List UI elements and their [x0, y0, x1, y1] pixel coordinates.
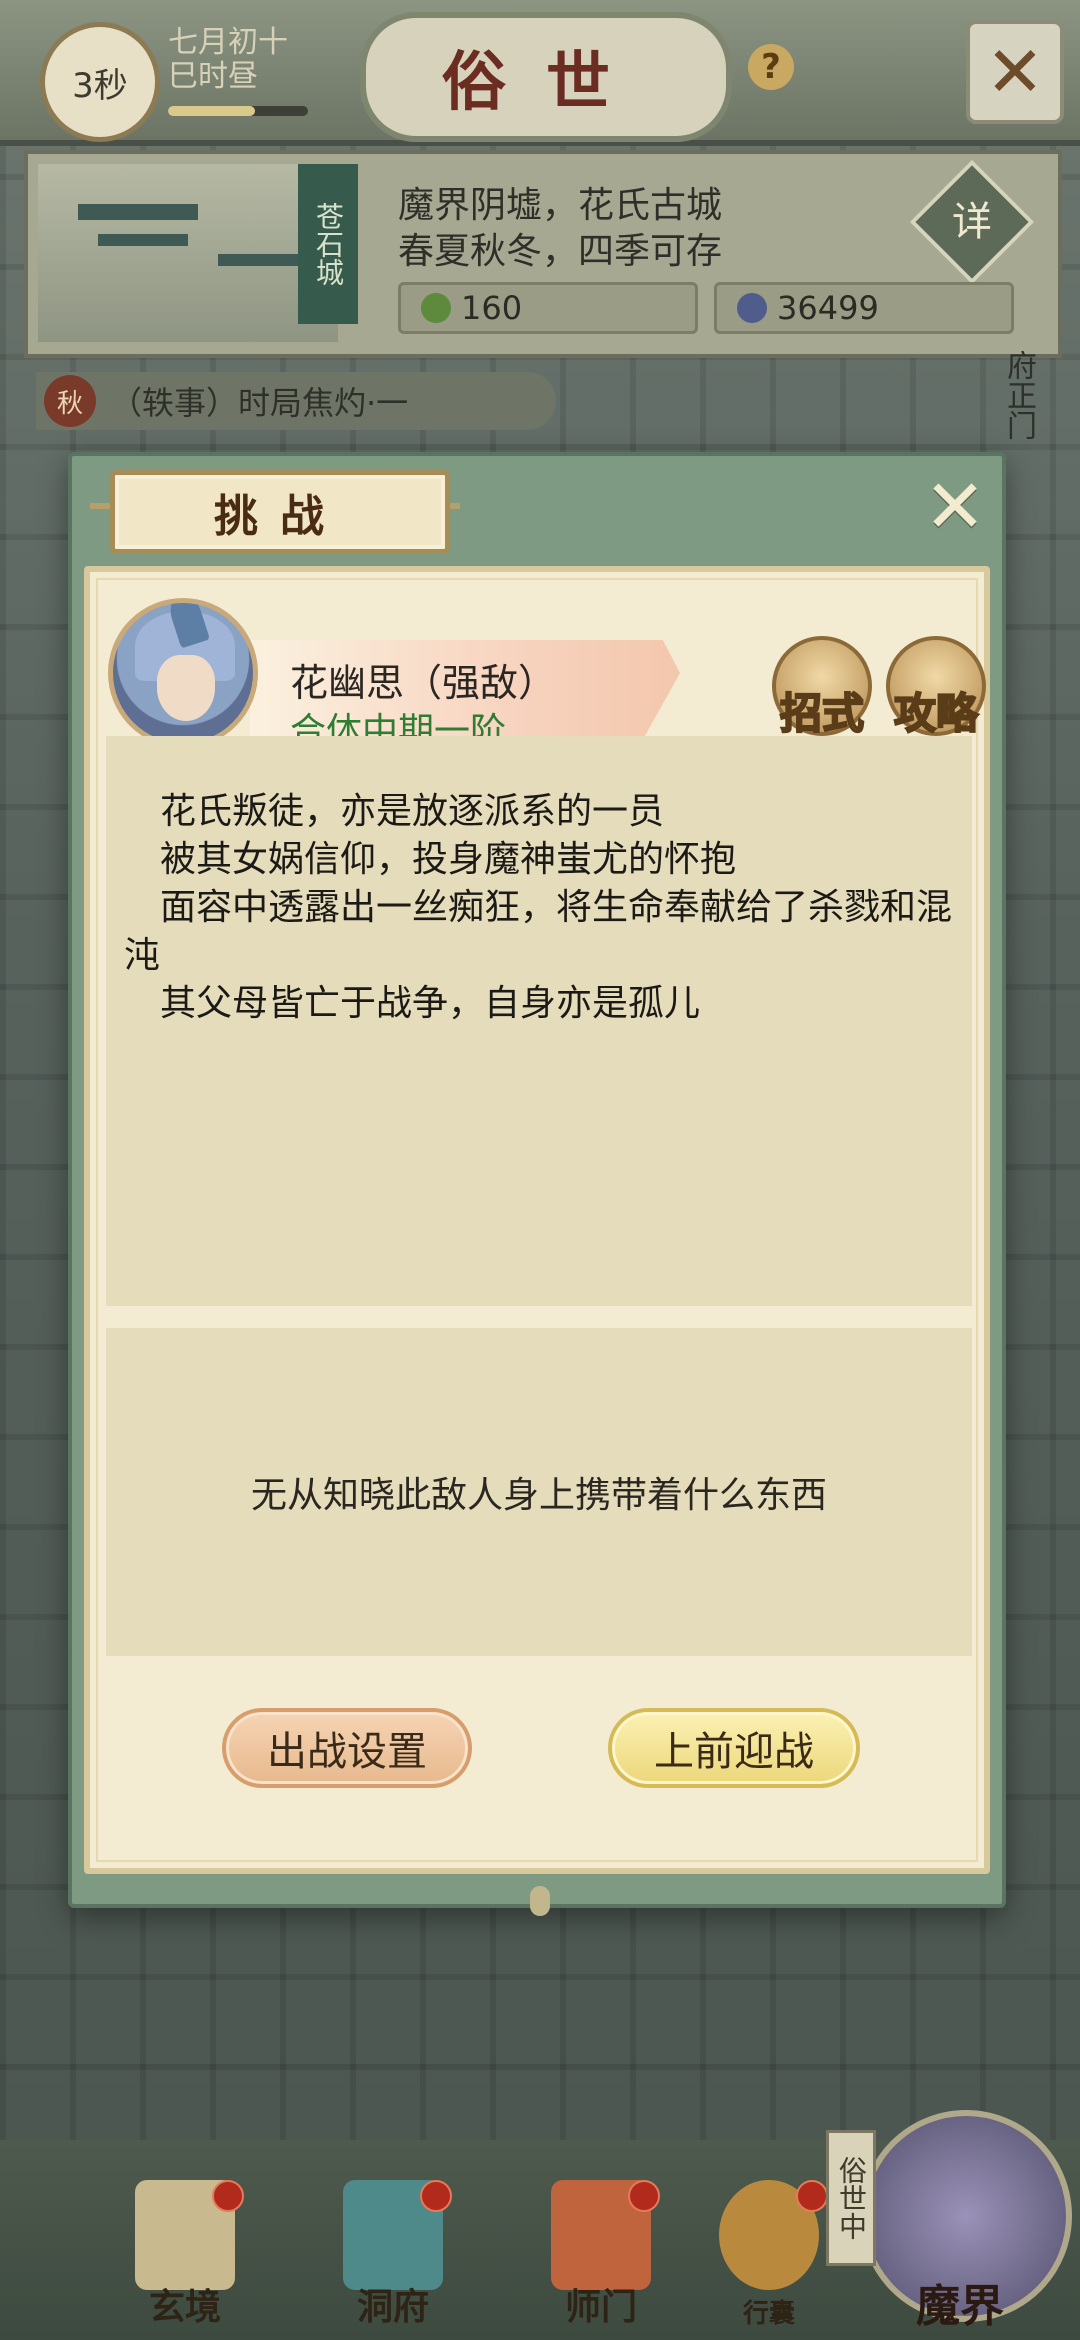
location-desc-2: 春夏秋冬，四季可存	[398, 231, 723, 272]
nav-shimen[interactable]: 师门	[536, 2180, 666, 2330]
nav-label: 行囊	[742, 2299, 795, 2329]
help-icon[interactable]: ?	[748, 44, 794, 90]
resource-jade-value: 160	[461, 289, 523, 327]
engage-battle-button[interactable]: 上前迎战	[608, 1708, 860, 1788]
top-bar: 3秒 七月初十 巳时昼 俗世 ? ✕	[0, 0, 1080, 146]
location-desc-1: 魔界阴墟，花氏古城	[398, 185, 723, 226]
dialog-bottom-ornament	[530, 1886, 550, 1916]
nav-label: 师门	[564, 2287, 637, 2328]
resource-jade: 160	[398, 282, 698, 334]
close-icon[interactable]: ✕	[918, 470, 992, 544]
detail-button[interactable]: 详	[909, 159, 1035, 285]
enemy-avatar[interactable]	[108, 598, 258, 748]
quest-title: （轶事）时局焦灼·一	[110, 384, 409, 422]
drop-text: 无从知晓此敌人身上携带着什么东西	[250, 1475, 827, 1516]
realm-label: 魔界	[916, 2281, 1004, 2332]
nav-xingnang[interactable]: 行囊	[704, 2180, 834, 2330]
date-line-2: 巳时昼	[168, 59, 258, 94]
description-line: 花氏叛徒，亦是放逐派系的一员	[124, 791, 665, 832]
notification-dot	[796, 2180, 828, 2212]
drop-info-box: 无从知晓此敌人身上携带着什么东西	[106, 1328, 972, 1656]
date-line-1: 七月初十	[168, 25, 288, 60]
nav-xuanjing[interactable]: 玄境	[120, 2180, 250, 2330]
jade-icon	[421, 293, 451, 323]
notification-dot	[212, 2180, 244, 2212]
game-date: 七月初十 巳时昼	[168, 26, 288, 94]
description-line: 面容中透露出一丝痴狂，将生命奉献给了杀戮和混沌	[124, 887, 953, 976]
description-line: 其父母皆亡于战争，自身亦是孤儿	[124, 983, 701, 1024]
city-name-tag: 苍石城	[298, 164, 358, 324]
enemy-name: 花幽思（强敌）	[290, 661, 557, 705]
battle-setup-button[interactable]: 出战设置	[222, 1708, 472, 1788]
nav-label: 洞府	[356, 2287, 429, 2328]
city-image	[38, 164, 338, 342]
guide-label: 攻略	[893, 688, 979, 739]
side-location-label: 府正门	[1001, 350, 1036, 440]
notification-dot	[420, 2180, 452, 2212]
timer-badge[interactable]: 3秒	[40, 22, 160, 142]
enemy-description: 花氏叛徒，亦是放逐派系的一员 被其女娲信仰，投身魔神蚩尤的怀抱 面容中透露出一丝…	[106, 736, 972, 1306]
nav-label: 玄境	[148, 2287, 221, 2328]
season-badge: 秋	[44, 375, 96, 427]
realm-tag: 俗世中	[826, 2130, 876, 2266]
dialog-title: 挑战	[110, 470, 450, 554]
nav-dongfu[interactable]: 洞府	[328, 2180, 458, 2330]
spirit-stone-icon	[737, 293, 767, 323]
page-title: 俗世	[360, 12, 732, 142]
resource-stone-value: 36499	[777, 289, 879, 327]
resource-stone: 36499	[714, 282, 1014, 334]
time-progress-bar	[168, 106, 308, 116]
quest-tracker[interactable]: 秋 （轶事）时局焦灼·一	[36, 372, 556, 430]
notification-dot	[628, 2180, 660, 2212]
description-line: 被其女娲信仰，投身魔神蚩尤的怀抱	[124, 839, 737, 880]
close-icon[interactable]: ✕	[966, 20, 1064, 124]
skills-label: 招式	[779, 688, 865, 739]
location-panel: 苍石城 魔界阴墟，花氏古城 春夏秋冬，四季可存 详 160 36499	[24, 150, 1062, 358]
